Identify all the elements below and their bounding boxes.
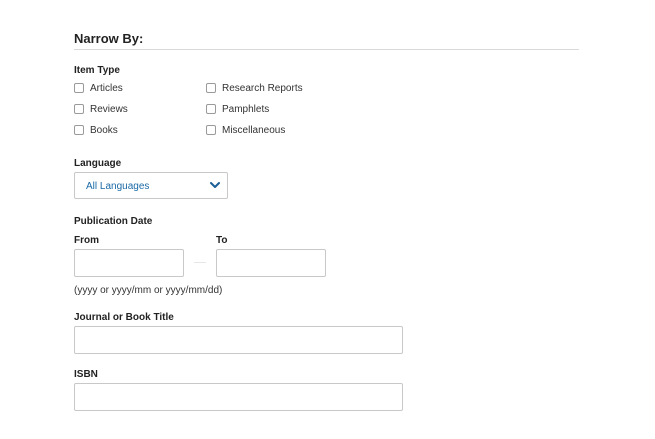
books-label[interactable]: Books — [90, 125, 118, 136]
item-type-option-books[interactable]: Books — [74, 123, 118, 137]
research-reports-checkbox[interactable] — [206, 83, 216, 93]
item-type-option-reviews[interactable]: Reviews — [74, 102, 128, 116]
date-range-separator — [194, 262, 206, 263]
date-from-input[interactable] — [74, 249, 184, 277]
language-label: Language — [74, 158, 122, 169]
chevron-down-icon[interactable] — [210, 181, 220, 189]
reviews-label[interactable]: Reviews — [90, 104, 128, 115]
item-type-label: Item Type — [74, 65, 120, 76]
publication-date-label: Publication Date — [74, 216, 153, 227]
item-type-option-miscellaneous[interactable]: Miscellaneous — [206, 123, 285, 137]
articles-label[interactable]: Articles — [90, 83, 123, 94]
journal-title-input[interactable] — [74, 326, 403, 354]
language-selected-value[interactable]: All Languages — [86, 181, 149, 192]
isbn-input[interactable] — [74, 383, 403, 411]
books-checkbox[interactable] — [74, 125, 84, 135]
date-to-input[interactable] — [216, 249, 326, 277]
narrow-by-heading: Narrow By: — [74, 31, 144, 46]
heading-divider — [74, 49, 579, 50]
miscellaneous-label[interactable]: Miscellaneous — [222, 125, 285, 136]
item-type-option-articles[interactable]: Articles — [74, 81, 123, 95]
to-label: To — [216, 235, 228, 246]
articles-checkbox[interactable] — [74, 83, 84, 93]
item-type-option-pamphlets[interactable]: Pamphlets — [206, 102, 269, 116]
language-select[interactable]: All Languages — [74, 172, 228, 199]
item-type-option-research-reports[interactable]: Research Reports — [206, 81, 303, 95]
miscellaneous-checkbox[interactable] — [206, 125, 216, 135]
pamphlets-label[interactable]: Pamphlets — [222, 104, 269, 115]
pamphlets-checkbox[interactable] — [206, 104, 216, 114]
from-label: From — [74, 235, 99, 246]
journal-title-label: Journal or Book Title — [74, 312, 174, 323]
isbn-label: ISBN — [74, 369, 98, 380]
reviews-checkbox[interactable] — [74, 104, 84, 114]
research-reports-label[interactable]: Research Reports — [222, 83, 303, 94]
date-format-hint: (yyyy or yyyy/mm or yyyy/mm/dd) — [74, 285, 223, 296]
